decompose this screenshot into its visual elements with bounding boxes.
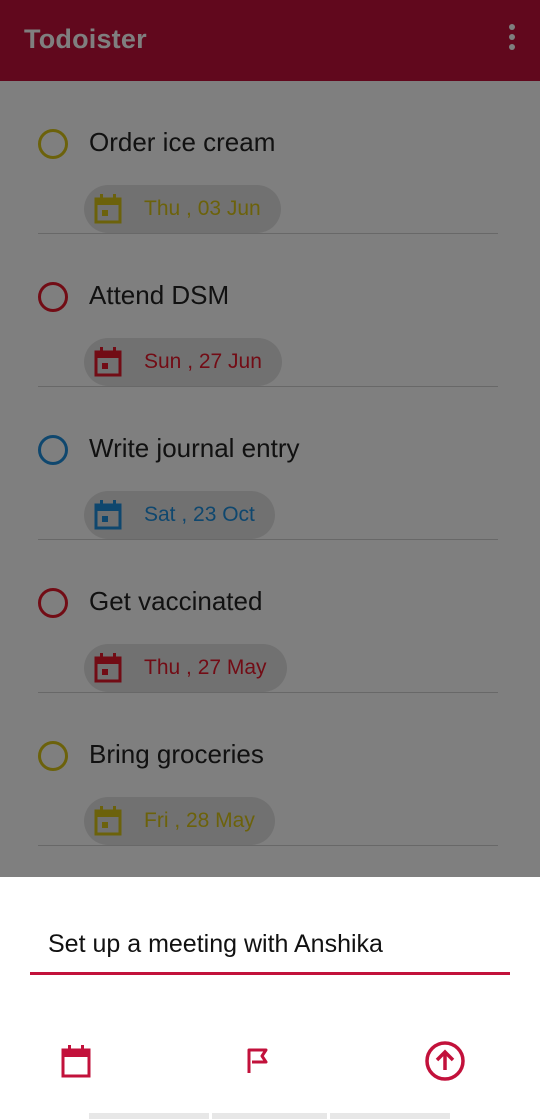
arrow-up-circle-icon[interactable]: [421, 1037, 469, 1085]
calendar-icon[interactable]: [52, 1037, 100, 1085]
task-name-input[interactable]: [30, 927, 510, 975]
nav-bar-segment: [212, 1113, 327, 1119]
nav-bar-segment: [330, 1113, 450, 1119]
add-task-sheet: [0, 877, 540, 1119]
flag-icon[interactable]: [234, 1037, 282, 1085]
nav-bar-segment: [89, 1113, 209, 1119]
scrim-overlay[interactable]: [0, 0, 540, 877]
